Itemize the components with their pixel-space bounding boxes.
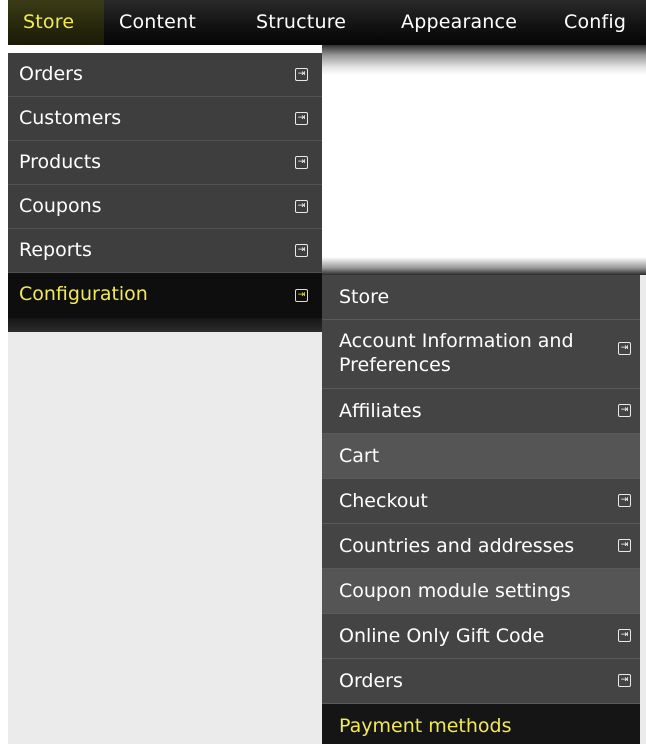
- config-item-coupon-settings[interactable]: Coupon module settings: [322, 569, 640, 614]
- config-item-label: Payment methods: [339, 715, 512, 737]
- store-menu-item-coupons[interactable]: Coupons ⇥: [8, 185, 322, 229]
- submenu-arrow-icon: ⇥: [618, 494, 631, 507]
- submenu-arrow-icon: ⇥: [618, 674, 631, 687]
- config-item-gift-code[interactable]: Online Only Gift Code ⇥: [322, 614, 640, 659]
- configuration-submenu: Store Account Information and Preference…: [322, 275, 640, 744]
- config-item-checkout[interactable]: Checkout ⇥: [322, 479, 640, 524]
- submenu-arrow-icon: ⇥: [295, 111, 308, 125]
- config-item-account-information[interactable]: Account Information and Preferences ⇥: [322, 320, 640, 389]
- config-item-label: Coupon module settings: [339, 580, 571, 602]
- store-dropdown-footer: [8, 318, 322, 332]
- config-item-label: Online Only Gift Code: [339, 625, 545, 647]
- config-item-label: Checkout: [339, 490, 428, 512]
- store-menu-item-label: Products: [19, 151, 102, 173]
- submenu-arrow-icon: ⇥: [618, 342, 631, 355]
- store-menu-item-configuration[interactable]: Configuration ⇥: [8, 273, 322, 318]
- config-item-store[interactable]: Store: [322, 275, 640, 320]
- store-menu-item-products[interactable]: Products ⇥: [8, 141, 322, 185]
- menu-drop-shadow: [322, 45, 646, 75]
- top-menu-store[interactable]: Store: [8, 0, 104, 45]
- submenu-arrow-icon: ⇥: [295, 67, 308, 81]
- top-menu-structure[interactable]: Structure: [241, 0, 360, 45]
- store-menu-item-label: Customers: [19, 107, 122, 129]
- config-item-orders[interactable]: Orders ⇥: [322, 659, 640, 704]
- top-menu-content[interactable]: Content: [104, 0, 210, 45]
- submenu-arrow-icon: ⇥: [295, 288, 308, 302]
- submenu-arrow-icon: ⇥: [618, 404, 631, 417]
- config-item-label: Account Information and Preferences: [339, 330, 574, 376]
- submenu-arrow-icon: ⇥: [618, 539, 631, 552]
- store-menu-item-label: Orders: [19, 63, 83, 85]
- config-item-label: Countries and addresses: [339, 535, 575, 557]
- submenu-arrow-icon: ⇥: [295, 199, 308, 213]
- store-dropdown-menu: Orders ⇥ Customers ⇥ Products ⇥ Coupons …: [8, 53, 322, 318]
- config-item-label: Affiliates: [339, 400, 422, 422]
- store-menu-item-orders[interactable]: Orders ⇥: [8, 53, 322, 97]
- submenu-drop-shadow: [322, 257, 646, 275]
- page-margin: [0, 45, 8, 320]
- config-item-cart[interactable]: Cart: [322, 434, 640, 479]
- submenu-arrow-icon: ⇥: [295, 155, 308, 169]
- config-item-label: Store: [339, 286, 390, 308]
- config-item-affiliates[interactable]: Affiliates ⇥: [322, 389, 640, 434]
- store-menu-item-label: Coupons: [19, 195, 102, 217]
- store-menu-item-label: Configuration: [19, 283, 148, 305]
- config-item-label: Cart: [339, 445, 380, 467]
- submenu-edge: [640, 275, 646, 744]
- admin-menu-bar: Store Content Structure Appearance Confi…: [8, 0, 646, 45]
- store-menu-item-reports[interactable]: Reports ⇥: [8, 229, 322, 273]
- content-area: [8, 332, 322, 744]
- config-item-countries[interactable]: Countries and addresses ⇥: [322, 524, 640, 569]
- config-item-label: Orders: [339, 670, 403, 692]
- top-menu-appearance[interactable]: Appearance: [386, 0, 531, 45]
- store-menu-item-customers[interactable]: Customers ⇥: [8, 97, 322, 141]
- admin-page: Store Content Structure Appearance Confi…: [0, 0, 646, 744]
- store-menu-item-label: Reports: [19, 239, 92, 261]
- submenu-arrow-icon: ⇥: [295, 243, 308, 257]
- config-item-payment-methods[interactable]: Payment methods: [322, 704, 640, 744]
- top-menu-config[interactable]: Config: [549, 0, 640, 45]
- submenu-arrow-icon: ⇥: [618, 629, 631, 642]
